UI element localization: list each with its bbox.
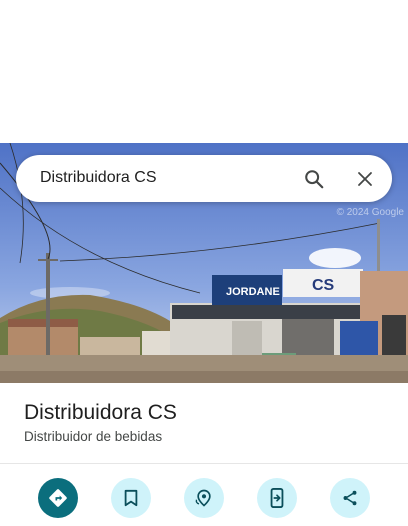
photo-watermark: © 2024 Google — [336, 207, 404, 218]
place-title: Distribuidora CS — [24, 401, 177, 424]
action-bar — [0, 478, 408, 518]
directions-button[interactable] — [38, 478, 78, 518]
place-info: Distribuidora CS Distribuidor de bebidas — [24, 401, 177, 444]
store-sign-cs: CS — [312, 277, 335, 294]
send-to-phone-button[interactable] — [257, 478, 297, 518]
send-to-phone-icon — [270, 488, 284, 508]
save-button[interactable] — [111, 478, 151, 518]
place-category: Distribuidor de bebidas — [24, 429, 163, 444]
close-icon[interactable] — [349, 163, 381, 195]
search-input[interactable]: Distribuidora CS — [40, 169, 156, 187]
nearby-button[interactable] — [184, 478, 224, 518]
search-icon[interactable] — [298, 163, 330, 195]
storefront-sign: JORDANE — [226, 286, 280, 298]
directions-icon — [49, 489, 67, 507]
bookmark-icon — [124, 489, 138, 507]
share-button[interactable] — [330, 478, 370, 518]
search-bar[interactable]: Distribuidora CS — [16, 155, 392, 202]
divider — [0, 463, 408, 464]
share-icon — [343, 490, 357, 506]
nearby-icon — [195, 489, 211, 507]
